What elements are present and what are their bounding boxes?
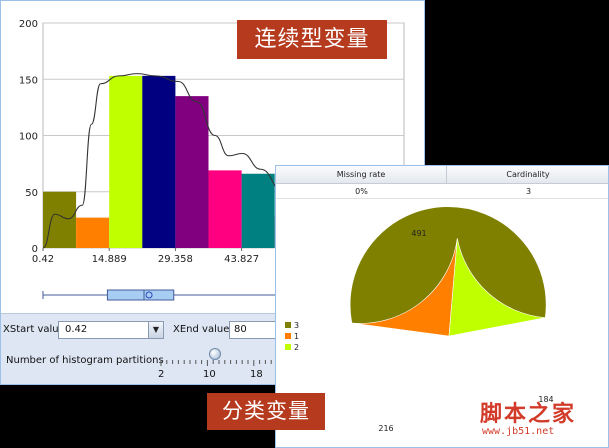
slider-tick-label: 18	[250, 369, 263, 380]
site-watermark: 脚本之家	[480, 401, 577, 427]
continuous-title-banner: 连续型变量	[237, 20, 387, 59]
legend-label: 1	[294, 332, 299, 341]
histogram-bar	[43, 191, 77, 248]
pie-value-label: 216	[378, 424, 393, 433]
histogram-bar	[109, 75, 143, 248]
x-tick-label: 29.358	[158, 254, 193, 265]
legend-label: 3	[294, 321, 299, 330]
slider-tick-label: 10	[203, 369, 216, 380]
x-tick-label: 14.889	[92, 254, 127, 265]
slider-tick-label: 2	[158, 369, 165, 380]
y-tick-label: 100	[19, 132, 38, 143]
histogram-bar	[208, 170, 242, 248]
x-tick-label: 43.827	[224, 254, 259, 265]
pie-value-label: 491	[411, 229, 426, 238]
legend-swatch	[285, 322, 291, 328]
legend-swatch	[285, 333, 291, 339]
histogram-bar	[241, 173, 275, 248]
y-tick-label: 200	[19, 19, 38, 30]
partitions-slider-thumb[interactable]	[209, 348, 221, 360]
histogram-bar	[76, 217, 110, 248]
categorical-title-banner: 分类变量	[207, 393, 325, 430]
y-tick-label: 50	[25, 188, 38, 199]
site-watermark-url: www.jb51.net	[482, 426, 555, 437]
legend-swatch	[285, 344, 291, 350]
boxplot-box	[106, 289, 175, 301]
histogram-bar	[142, 75, 176, 248]
histogram-bar	[175, 96, 209, 248]
legend-label: 2	[294, 343, 299, 352]
x-tick-label: 0.42	[32, 254, 54, 265]
y-tick-label: 150	[19, 75, 38, 86]
